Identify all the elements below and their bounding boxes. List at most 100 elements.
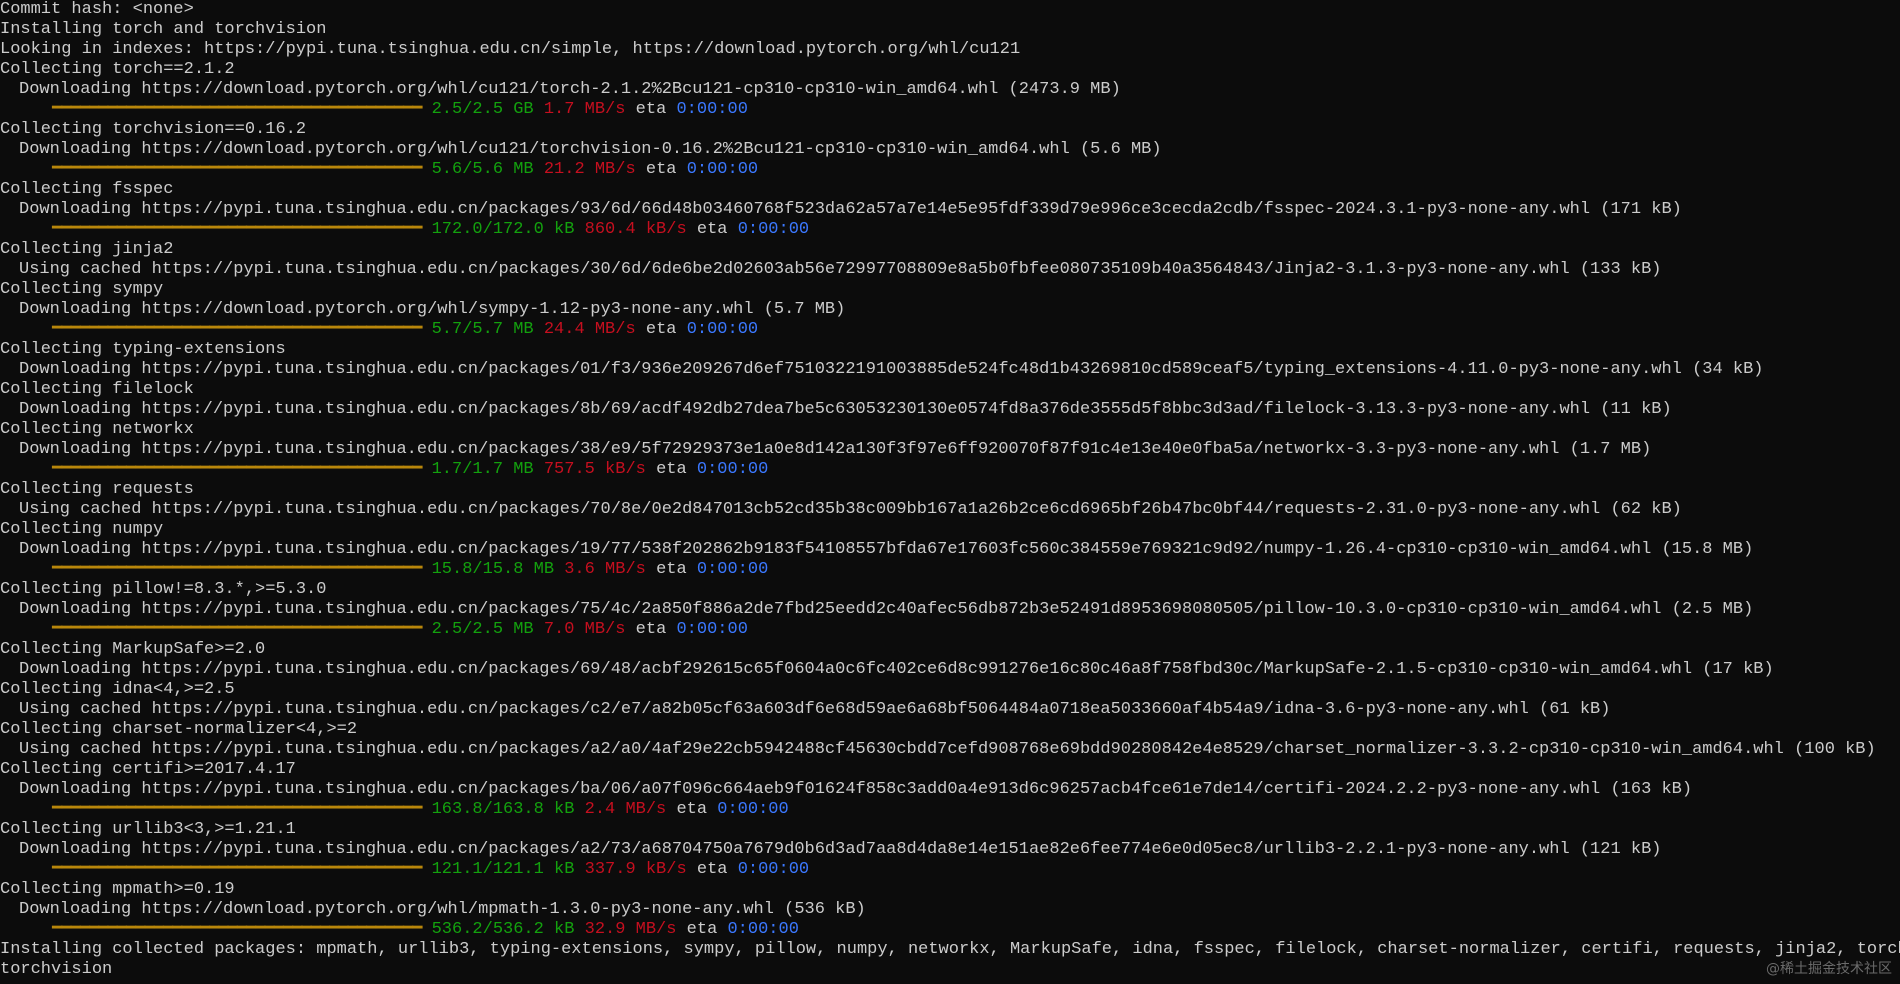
progress-eta: 0:00:00 [676,620,748,639]
terminal-line: Commit hash: <none> [0,0,1900,20]
terminal-detail-line: Downloading https://download.pytorch.org… [0,80,1900,100]
progress-bar: ━━━━━━━━━━━━━━━━━━━━━━━━━━━━━━━━━━━━━━━━ [52,220,422,239]
terminal-line-text: Commit hash: <none> [0,0,194,19]
terminal-line-text: Downloading https://pypi.tuna.tsinghua.e… [19,360,1764,379]
progress-eta-label: eta [696,220,728,239]
progress-eta: 0:00:00 [686,320,759,339]
progress-size: 172.0/172.0 kB [431,220,575,239]
terminal-line: Collecting torchvision==0.16.2 [0,120,1900,140]
progress-bar-line: ━━━━━━━━━━━━━━━━━━━━━━━━━━━━━━━━━━━━━━━━… [0,160,1900,180]
terminal-line: Collecting jinja2 [0,240,1900,260]
progress-speed: 32.9 MB/s [584,920,677,939]
progress-eta: 0:00:00 [696,460,769,479]
progress-speed: 24.4 MB/s [543,320,636,339]
terminal-detail-line: Using cached https://pypi.tuna.tsinghua.… [0,260,1900,280]
progress-eta-label: eta [645,160,677,179]
terminal-line-text: Downloading https://pypi.tuna.tsinghua.e… [19,780,1693,799]
terminal-line-text: Collecting MarkupSafe>=2.0 [0,640,266,659]
terminal-line: Collecting idna<4,>=2.5 [0,680,1900,700]
progress-bar-line: ━━━━━━━━━━━━━━━━━━━━━━━━━━━━━━━━━━━━━━━━… [0,860,1900,880]
progress-bar-line: ━━━━━━━━━━━━━━━━━━━━━━━━━━━━━━━━━━━━━━━━… [0,800,1900,820]
terminal-line-text: Collecting mpmath>=0.19 [0,880,235,899]
progress-eta: 0:00:00 [696,560,769,579]
progress-eta-label: eta [686,920,718,939]
progress-eta-label: eta [635,100,667,119]
progress-eta: 0:00:00 [676,100,748,119]
terminal-line-text: Collecting idna<4,>=2.5 [0,680,235,699]
progress-bar: ━━━━━━━━━━━━━━━━━━━━━━━━━━━━━━━━━━━━━━━━ [52,800,422,819]
terminal-detail-line: Downloading https://pypi.tuna.tsinghua.e… [0,660,1900,680]
progress-speed: 3.6 MB/s [564,560,646,579]
progress-bar: ━━━━━━━━━━━━━━━━━━━━━━━━━━━━━━━━━━━━━━━━ [52,320,422,339]
progress-eta: 0:00:00 [727,920,799,939]
terminal-line-text: Downloading https://pypi.tuna.tsinghua.e… [19,840,1662,859]
progress-bar: ━━━━━━━━━━━━━━━━━━━━━━━━━━━━━━━━━━━━━━━━ [52,920,422,939]
progress-size: 2.5/2.5 GB [431,100,534,119]
terminal-line: Collecting torch==2.1.2 [0,60,1900,80]
progress-size: 2.5/2.5 MB [431,620,534,639]
progress-bar-line: ━━━━━━━━━━━━━━━━━━━━━━━━━━━━━━━━━━━━━━━━… [0,460,1900,480]
progress-bar: ━━━━━━━━━━━━━━━━━━━━━━━━━━━━━━━━━━━━━━━━ [52,100,422,119]
progress-size: 5.6/5.6 MB [431,160,534,179]
terminal-line: Installing torch and torchvision [0,20,1900,40]
terminal-line: Collecting MarkupSafe>=2.0 [0,640,1900,660]
terminal-line-text: Collecting torchvision==0.16.2 [0,120,307,139]
terminal-line-text: Collecting filelock [0,380,194,399]
progress-bar-line: ━━━━━━━━━━━━━━━━━━━━━━━━━━━━━━━━━━━━━━━━… [0,560,1900,580]
progress-speed: 7.0 MB/s [543,620,626,639]
progress-size: 121.1/121.1 kB [431,860,575,879]
terminal-line-text: Collecting torch==2.1.2 [0,60,235,79]
terminal-line-text: Using cached https://pypi.tuna.tsinghua.… [19,500,1682,519]
terminal-line-text: Downloading https://download.pytorch.org… [19,300,846,319]
progress-eta-label: eta [635,620,667,639]
terminal-window[interactable]: Commit hash: <none> Installing torch and … [0,0,1900,984]
progress-bar: ━━━━━━━━━━━━━━━━━━━━━━━━━━━━━━━━━━━━━━━━ [52,160,422,179]
terminal-detail-line: Downloading https://pypi.tuna.tsinghua.e… [0,400,1900,420]
terminal-detail-line: Downloading https://pypi.tuna.tsinghua.e… [0,780,1900,800]
terminal-line-text: Collecting requests [0,480,194,499]
progress-size: 163.8/163.8 kB [431,800,575,819]
terminal-line-text: Downloading https://download.pytorch.org… [19,900,866,919]
terminal-line-text: Using cached https://pypi.tuna.tsinghua.… [19,700,1611,719]
progress-speed: 1.7 MB/s [543,100,626,119]
progress-eta-label: eta [645,320,677,339]
progress-eta-label: eta [656,460,687,479]
terminal-detail-line: Using cached https://pypi.tuna.tsinghua.… [0,500,1900,520]
terminal-line: Collecting pillow!=8.3.*,>=5.3.0 [0,580,1900,600]
terminal-line: Collecting urllib3<3,>=1.21.1 [0,820,1900,840]
terminal-detail-line: Downloading https://download.pytorch.org… [0,300,1900,320]
terminal-line-text: Collecting pillow!=8.3.*,>=5.3.0 [0,580,327,599]
terminal-line-text: Collecting networkx [0,420,194,439]
terminal-line: Collecting sympy [0,280,1900,300]
progress-eta-label: eta [656,560,687,579]
progress-eta: 0:00:00 [737,220,810,239]
progress-bar: ━━━━━━━━━━━━━━━━━━━━━━━━━━━━━━━━━━━━━━━━ [52,460,422,479]
terminal-line-text: torchvision [0,960,113,979]
terminal-line-text: Collecting urllib3<3,>=1.21.1 [0,820,296,839]
terminal-line: Collecting filelock [0,380,1900,400]
progress-bar-line: ━━━━━━━━━━━━━━━━━━━━━━━━━━━━━━━━━━━━━━━━… [0,320,1900,340]
terminal-line: Collecting certifi>=2017.4.17 [0,760,1900,780]
progress-bar-line: ━━━━━━━━━━━━━━━━━━━━━━━━━━━━━━━━━━━━━━━━… [0,620,1900,640]
terminal-line-text: Collecting fsspec [0,180,174,199]
terminal-line-text: Downloading https://pypi.tuna.tsinghua.e… [19,540,1754,559]
terminal-line-text: Collecting jinja2 [0,240,174,259]
terminal-line: Collecting networkx [0,420,1900,440]
progress-eta: 0:00:00 [686,160,759,179]
terminal-detail-line: Downloading https://pypi.tuna.tsinghua.e… [0,600,1900,620]
terminal-line: Installing collected packages: mpmath, u… [0,940,1900,960]
terminal-line: Looking in indexes: https://pypi.tuna.ts… [0,40,1900,60]
terminal-line-text: Using cached https://pypi.tuna.tsinghua.… [19,740,1876,759]
terminal-line-text: Looking in indexes: https://pypi.tuna.ts… [0,40,1021,59]
terminal-line-text: Collecting sympy [0,280,164,299]
progress-size: 5.7/5.7 MB [431,320,534,339]
terminal-line-text: Downloading https://pypi.tuna.tsinghua.e… [19,200,1682,219]
progress-speed: 757.5 kB/s [543,460,646,479]
terminal-line: torchvision [0,960,1900,980]
terminal-detail-line: Using cached https://pypi.tuna.tsinghua.… [0,740,1900,760]
terminal-line-text: Downloading https://pypi.tuna.tsinghua.e… [19,440,1652,459]
progress-bar: ━━━━━━━━━━━━━━━━━━━━━━━━━━━━━━━━━━━━━━━━ [52,560,422,579]
progress-speed: 337.9 kB/s [584,860,687,879]
terminal-line: Collecting numpy [0,520,1900,540]
progress-size: 1.7/1.7 MB [431,460,534,479]
